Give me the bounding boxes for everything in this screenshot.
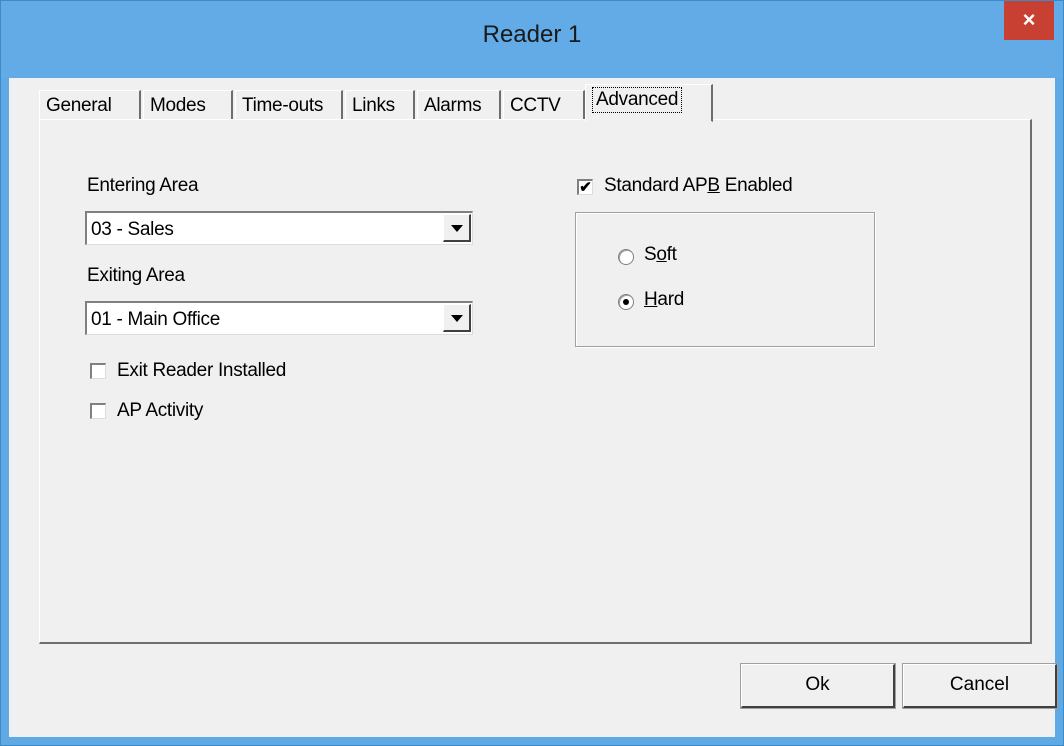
tab-label: Alarms <box>424 95 482 116</box>
checkmark-icon: ✔ <box>579 179 592 196</box>
exiting-area-value: 01 - Main Office <box>91 309 220 330</box>
soft-label[interactable]: Soft <box>644 244 677 266</box>
chevron-down-icon[interactable] <box>443 304 471 332</box>
radio-selected-dot <box>623 299 629 305</box>
tab-label: CCTV <box>510 95 561 116</box>
tab-alarms[interactable]: Alarms <box>417 90 501 120</box>
tab-label: Links <box>352 95 395 116</box>
tab-label: Time-outs <box>242 95 324 116</box>
cancel-button[interactable]: Cancel <box>903 664 1057 708</box>
exiting-area-label: Exiting Area <box>87 265 185 286</box>
label-text: Enabled <box>719 175 793 196</box>
entering-area-select[interactable]: 03 - Sales <box>85 211 473 245</box>
tab-modes[interactable]: Modes <box>143 90 233 120</box>
title-bar[interactable]: Reader 1 × <box>1 1 1063 78</box>
ap-activity-checkbox[interactable] <box>90 403 106 419</box>
tab-links[interactable]: Links <box>345 90 415 120</box>
hard-radio[interactable] <box>618 294 634 310</box>
exit-reader-installed-checkbox[interactable] <box>90 363 106 379</box>
label-text: Standard AP <box>604 175 708 196</box>
apb-mode-group: Soft Hard <box>575 212 875 347</box>
mnemonic-letter: H <box>644 289 658 310</box>
chevron-down-icon[interactable] <box>443 214 471 242</box>
tab-cctv[interactable]: CCTV <box>503 90 585 120</box>
close-icon: × <box>1022 7 1036 32</box>
standard-apb-label[interactable]: Standard APB Enabled <box>604 175 793 197</box>
label-text: ft <box>666 244 677 265</box>
close-button[interactable]: × <box>1004 1 1054 40</box>
window-title: Reader 1 <box>482 21 582 48</box>
dialog-window: Reader 1 × General Modes Time-outs Links… <box>0 0 1064 746</box>
tab-advanced[interactable]: Advanced <box>585 84 713 122</box>
tab-time-outs[interactable]: Time-outs <box>235 90 343 120</box>
entering-area-label: Entering Area <box>87 175 199 196</box>
exiting-area-select[interactable]: 01 - Main Office <box>85 301 473 335</box>
tab-label: General <box>46 95 112 116</box>
entering-area-value: 03 - Sales <box>91 219 174 240</box>
dialog-client-area: General Modes Time-outs Links Alarms CCT… <box>9 78 1057 737</box>
tab-general[interactable]: General <box>39 90 141 120</box>
exit-reader-installed-label[interactable]: Exit Reader Installed <box>117 360 286 382</box>
standard-apb-checkbox[interactable]: ✔ <box>577 179 593 195</box>
mnemonic-letter: o <box>656 244 667 265</box>
label-text: S <box>644 244 657 265</box>
ap-activity-label[interactable]: AP Activity <box>117 400 203 422</box>
tab-label: Modes <box>150 95 206 116</box>
advanced-tab-panel: Entering Area 03 - Sales Exiting Area 01… <box>39 119 1032 644</box>
soft-radio[interactable] <box>618 249 634 265</box>
tab-label: Advanced <box>592 87 683 113</box>
ok-button[interactable]: Ok <box>741 664 895 708</box>
hard-label[interactable]: Hard <box>644 289 684 311</box>
mnemonic-letter: B <box>707 175 720 196</box>
label-text: ard <box>657 289 684 310</box>
